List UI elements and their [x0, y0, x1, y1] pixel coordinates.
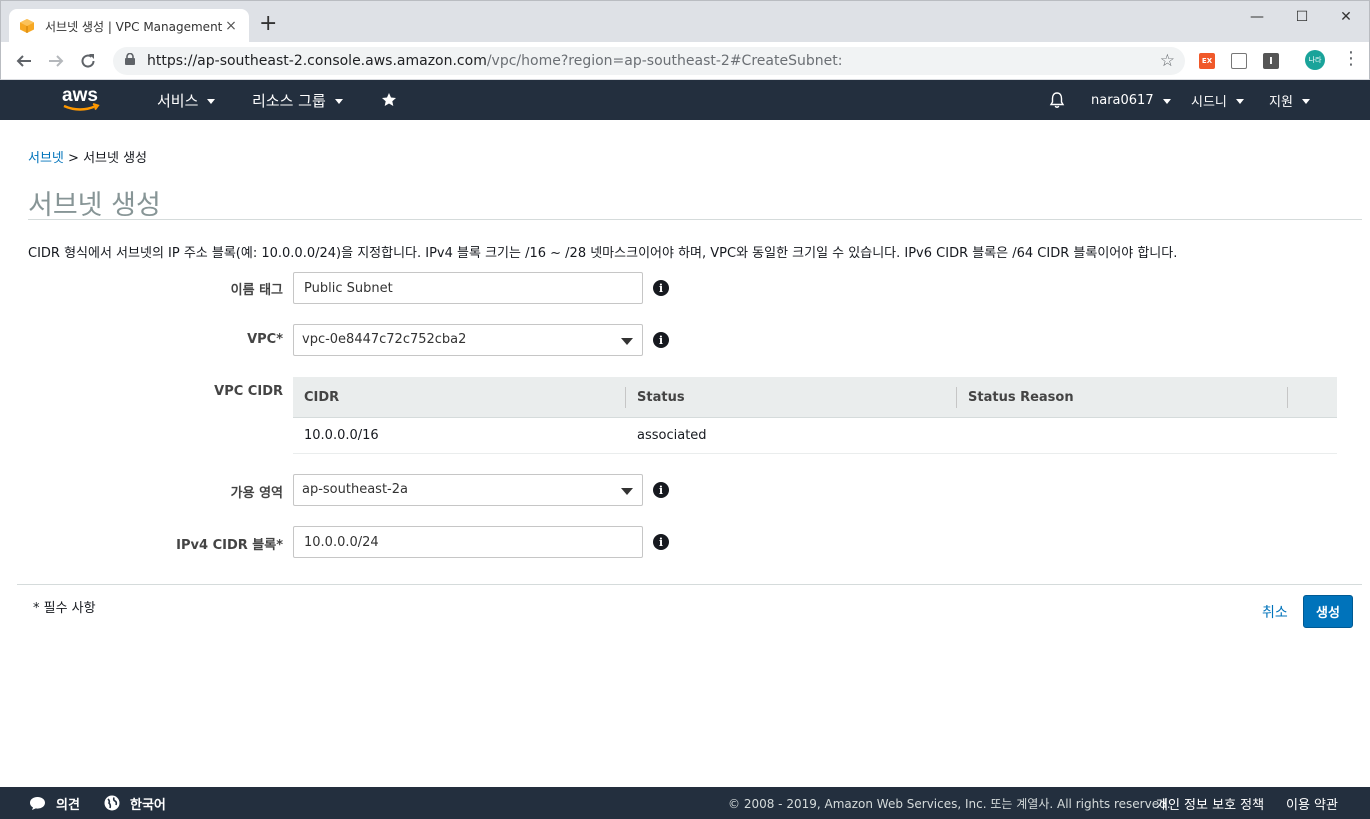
svg-text:aws: aws	[62, 85, 98, 106]
account-menu[interactable]: nara0617	[1091, 80, 1171, 120]
close-window-icon[interactable]: ✕	[1323, 1, 1369, 33]
speech-bubble-icon	[29, 796, 46, 811]
breadcrumb-current: 서브넷 생성	[83, 151, 147, 166]
tab-close-icon[interactable]: ×	[223, 18, 239, 34]
vpc-cidr-label: VPC CIDR	[214, 384, 283, 399]
feedback-link[interactable]: 의견	[29, 787, 80, 819]
vpc-info-icon[interactable]: i	[653, 332, 669, 348]
chevron-down-icon	[1235, 98, 1244, 104]
ipv4-cidr-label: IPv4 CIDR 블록*	[176, 538, 283, 553]
chevron-down-icon	[1301, 98, 1310, 104]
aws-box-favicon-icon	[19, 18, 35, 34]
reload-icon[interactable]	[77, 50, 99, 72]
name-tag-input[interactable]	[293, 272, 643, 304]
column-header-status-reason[interactable]: Status Reason	[957, 377, 1288, 418]
support-menu[interactable]: 지원	[1269, 80, 1310, 120]
extension-cast-icon[interactable]	[1231, 53, 1247, 69]
lock-icon	[125, 52, 137, 69]
profile-avatar[interactable]: 나라	[1305, 50, 1325, 70]
services-menu[interactable]: 서비스	[157, 80, 216, 120]
pin-icon[interactable]	[382, 80, 396, 120]
vpc-cidr-table: CIDR Status Status Reason 10.0.0.0/16 as…	[293, 377, 1337, 454]
create-button[interactable]: 생성	[1303, 595, 1353, 628]
availability-zone-value: ap-southeast-2a	[302, 482, 408, 497]
minimize-window-icon[interactable]: —	[1234, 1, 1280, 33]
terms-of-use-link[interactable]: 이용 약관	[1286, 787, 1338, 819]
tab-title: 서브넷 생성 | VPC Management	[45, 19, 223, 34]
maximize-window-icon[interactable]: ☐	[1279, 1, 1325, 33]
breadcrumb: 서브넷 > 서브넷 생성	[28, 147, 147, 166]
dropdown-arrow-icon	[621, 488, 633, 495]
region-menu[interactable]: 시드니	[1191, 80, 1244, 120]
new-tab-button[interactable]: +	[259, 13, 277, 35]
globe-icon	[104, 795, 120, 811]
breadcrumb-subnets-link[interactable]: 서브넷	[28, 151, 64, 166]
table-row: 10.0.0.0/16 associated	[293, 418, 1337, 454]
browser-toolbar: https://ap-southeast-2.console.aws.amazo…	[0, 42, 1370, 80]
breadcrumb-separator: >	[63, 151, 84, 166]
availability-zone-label: 가용 영역	[230, 486, 283, 501]
chevron-down-icon	[334, 98, 343, 104]
cancel-button[interactable]: 취소	[1262, 602, 1288, 622]
vpc-label: VPC*	[247, 332, 283, 347]
language-selector[interactable]: 한국어	[104, 787, 166, 819]
extension-ex-icon[interactable]: EX	[1199, 53, 1215, 69]
column-header-cidr[interactable]: CIDR	[293, 377, 626, 418]
chevron-down-icon	[1162, 98, 1171, 104]
column-header-spacer	[1288, 377, 1337, 418]
actions-divider	[17, 584, 1362, 585]
cell-status-reason	[957, 418, 1288, 453]
browser-tab-strip: 서브넷 생성 | VPC Management × + — ☐ ✕	[0, 0, 1370, 43]
table-header: CIDR Status Status Reason	[293, 377, 1337, 418]
aws-top-navigation: 서비스 리소스 그룹 nara0617 시드니 지원	[0, 80, 1370, 120]
aws-logo[interactable]: aws	[60, 84, 104, 114]
browser-tab[interactable]: 서브넷 생성 | VPC Management ×	[9, 9, 249, 43]
ipv4-cidr-info-icon[interactable]: i	[653, 534, 669, 550]
name-tag-label: 이름 태그	[230, 283, 283, 298]
availability-zone-info-icon[interactable]: i	[653, 482, 669, 498]
name-tag-info-icon[interactable]: i	[653, 280, 669, 296]
address-bar[interactable]: https://ap-southeast-2.console.aws.amazo…	[113, 47, 1185, 75]
console-footer: 의견 한국어 © 2008 - 2019, Amazon Web Service…	[0, 787, 1370, 819]
privacy-policy-link[interactable]: 개인 정보 보호 정책	[1156, 787, 1264, 819]
form-description: CIDR 형식에서 서브넷의 IP 주소 블록(예: 10.0.0.0/24)을…	[28, 246, 1178, 261]
title-divider	[28, 219, 1362, 220]
back-arrow-icon[interactable]	[13, 50, 35, 72]
cell-status: associated	[637, 428, 707, 443]
availability-zone-select[interactable]: ap-southeast-2a	[293, 474, 643, 506]
cell-cidr: 10.0.0.0/16	[304, 428, 379, 443]
column-header-status[interactable]: Status	[626, 377, 957, 418]
bookmark-star-icon[interactable]: ☆	[1160, 51, 1175, 71]
extension-i-icon[interactable]: I	[1263, 53, 1279, 69]
ipv4-cidr-input[interactable]	[293, 526, 643, 558]
vpc-select[interactable]: vpc-0e8447c72c752cba2	[293, 324, 643, 356]
chevron-down-icon	[207, 98, 216, 104]
browser-menu-icon[interactable]: ⋮	[1342, 50, 1360, 68]
vpc-select-value: vpc-0e8447c72c752cba2	[302, 332, 467, 347]
notification-bell-icon[interactable]	[1048, 80, 1066, 120]
resource-groups-menu[interactable]: 리소스 그룹	[252, 80, 343, 120]
forward-arrow-icon[interactable]	[45, 50, 67, 72]
url-text: https://ap-southeast-2.console.aws.amazo…	[147, 53, 843, 69]
cell-spacer	[1288, 418, 1337, 453]
dropdown-arrow-icon	[621, 338, 633, 345]
page-title: 서브넷 생성	[28, 190, 161, 221]
copyright-text: © 2008 - 2019, Amazon Web Services, Inc.…	[728, 796, 1171, 811]
required-fields-note: * 필수 사항	[33, 601, 96, 616]
